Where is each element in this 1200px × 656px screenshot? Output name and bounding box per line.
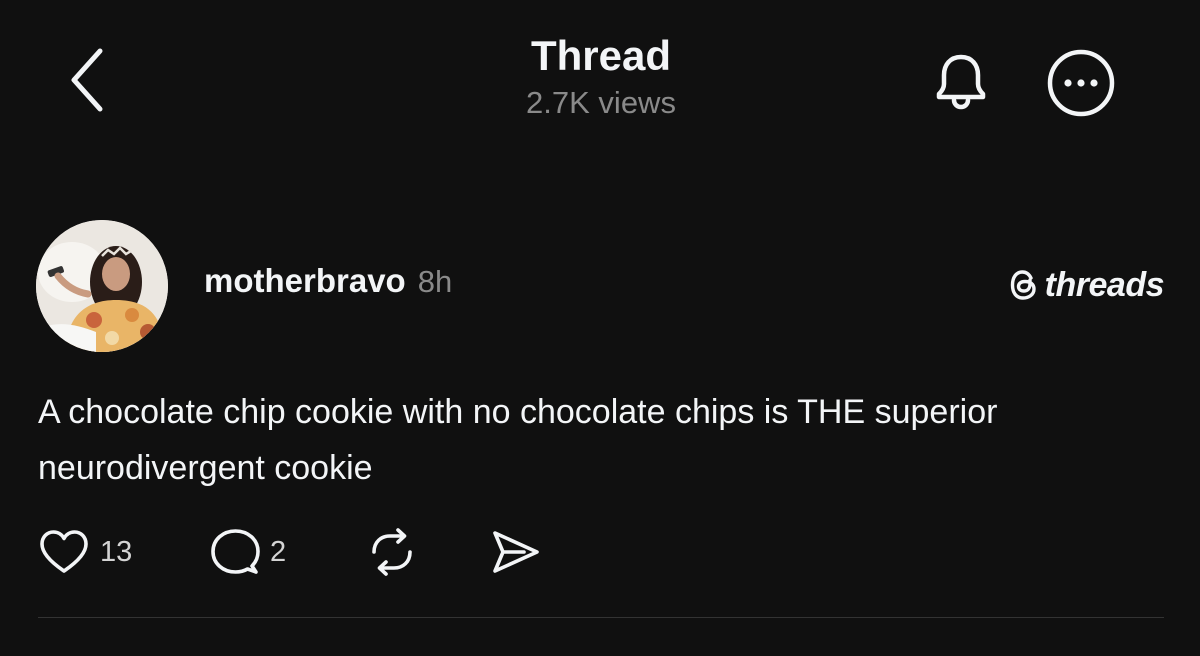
like-button[interactable]: 13 bbox=[38, 528, 210, 576]
share-button[interactable] bbox=[490, 528, 542, 576]
avatar-photo bbox=[36, 220, 168, 352]
reply-count: 2 bbox=[270, 535, 287, 568]
thread-screen: Thread 2.7K views motherbravo 8h threads… bbox=[0, 0, 1200, 656]
view-count: 2.7K views bbox=[526, 85, 676, 120]
more-circle-icon bbox=[1046, 48, 1116, 118]
post-meta: motherbravo 8h bbox=[204, 262, 452, 306]
comment-icon bbox=[210, 528, 260, 576]
username-link[interactable]: motherbravo bbox=[204, 262, 406, 300]
reply-button[interactable]: 2 bbox=[210, 528, 366, 576]
post-actions: 13 2 bbox=[38, 526, 542, 578]
chevron-left-icon bbox=[68, 45, 108, 115]
threads-wordmark: threads bbox=[1044, 265, 1165, 304]
heart-icon bbox=[38, 528, 90, 576]
post-divider bbox=[38, 617, 1164, 618]
threads-icon bbox=[1009, 268, 1039, 302]
notifications-button[interactable] bbox=[926, 46, 996, 116]
more-options-button[interactable] bbox=[1044, 46, 1118, 120]
header-title-block: Thread 2.7K views bbox=[400, 30, 802, 122]
post-text: A chocolate chip cookie with no chocolat… bbox=[38, 393, 998, 487]
like-count: 13 bbox=[100, 535, 133, 568]
bell-icon bbox=[930, 50, 992, 112]
threads-logo: threads bbox=[1009, 262, 1165, 308]
page-title: Thread bbox=[530, 32, 672, 79]
back-button[interactable] bbox=[60, 44, 116, 116]
post-timestamp: 8h bbox=[417, 264, 453, 299]
avatar[interactable] bbox=[36, 220, 168, 352]
send-icon bbox=[490, 528, 542, 576]
repost-icon bbox=[366, 528, 418, 576]
repost-button[interactable] bbox=[366, 528, 490, 576]
